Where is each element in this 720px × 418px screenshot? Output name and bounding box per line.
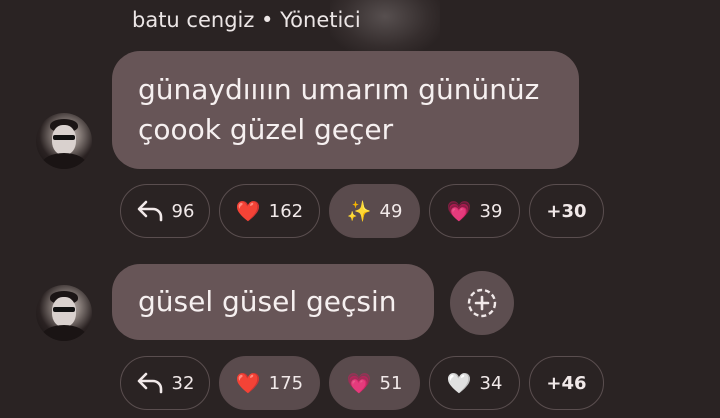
reaction-chip[interactable]: ❤️ 175 [219, 356, 320, 410]
reaction-count: 34 [479, 372, 503, 394]
message-line: günaydıııın umarım gününüz [138, 73, 540, 106]
reply-icon [137, 372, 162, 394]
message-bubble[interactable]: günaydıııın umarım gününüz çoook güzel g… [112, 51, 579, 169]
avatar[interactable] [36, 113, 92, 169]
growing-heart-icon: 💗 [446, 199, 472, 223]
reply-button[interactable]: 96 [120, 184, 210, 238]
reaction-chip[interactable]: 💗 39 [429, 184, 520, 238]
more-reactions-button[interactable]: +46 [529, 356, 604, 410]
sender-name: batu cengiz • Yönetici [132, 8, 361, 32]
reply-icon [137, 200, 162, 222]
reaction-count: 49 [379, 200, 403, 222]
more-reactions-button[interactable]: +30 [529, 184, 604, 238]
reply-button[interactable]: 32 [120, 356, 210, 410]
message-bubble[interactable]: güsel güsel geçsin [112, 264, 434, 340]
avatar[interactable] [36, 285, 92, 341]
reaction-chip[interactable]: ❤️ 162 [219, 184, 320, 238]
red-heart-icon: ❤️ [235, 371, 261, 395]
reaction-row: 32 ❤️ 175 💗 51 🤍 34 +46 [120, 356, 604, 410]
message-line: çoook güzel geçer [138, 113, 394, 146]
reply-count: 32 [171, 372, 195, 394]
red-heart-icon: ❤️ [235, 199, 261, 223]
message-line: güsel güsel geçsin [138, 285, 397, 318]
add-reaction-button[interactable] [450, 271, 514, 335]
sparkles-icon: ✨ [346, 199, 372, 223]
growing-heart-icon: 💗 [346, 371, 372, 395]
reaction-count: 39 [479, 200, 503, 222]
reaction-count: 175 [268, 372, 304, 394]
reaction-chip[interactable]: ✨ 49 [329, 184, 420, 238]
reaction-count: 51 [379, 372, 403, 394]
reaction-chip[interactable]: 🤍 34 [429, 356, 520, 410]
white-heart-icon: 🤍 [446, 371, 472, 395]
reaction-chip[interactable]: 💗 51 [329, 356, 420, 410]
add-reaction-icon [467, 288, 497, 318]
reply-count: 96 [171, 200, 195, 222]
reaction-count: 162 [268, 200, 304, 222]
reaction-row: 96 ❤️ 162 ✨ 49 💗 39 +30 [120, 184, 604, 238]
